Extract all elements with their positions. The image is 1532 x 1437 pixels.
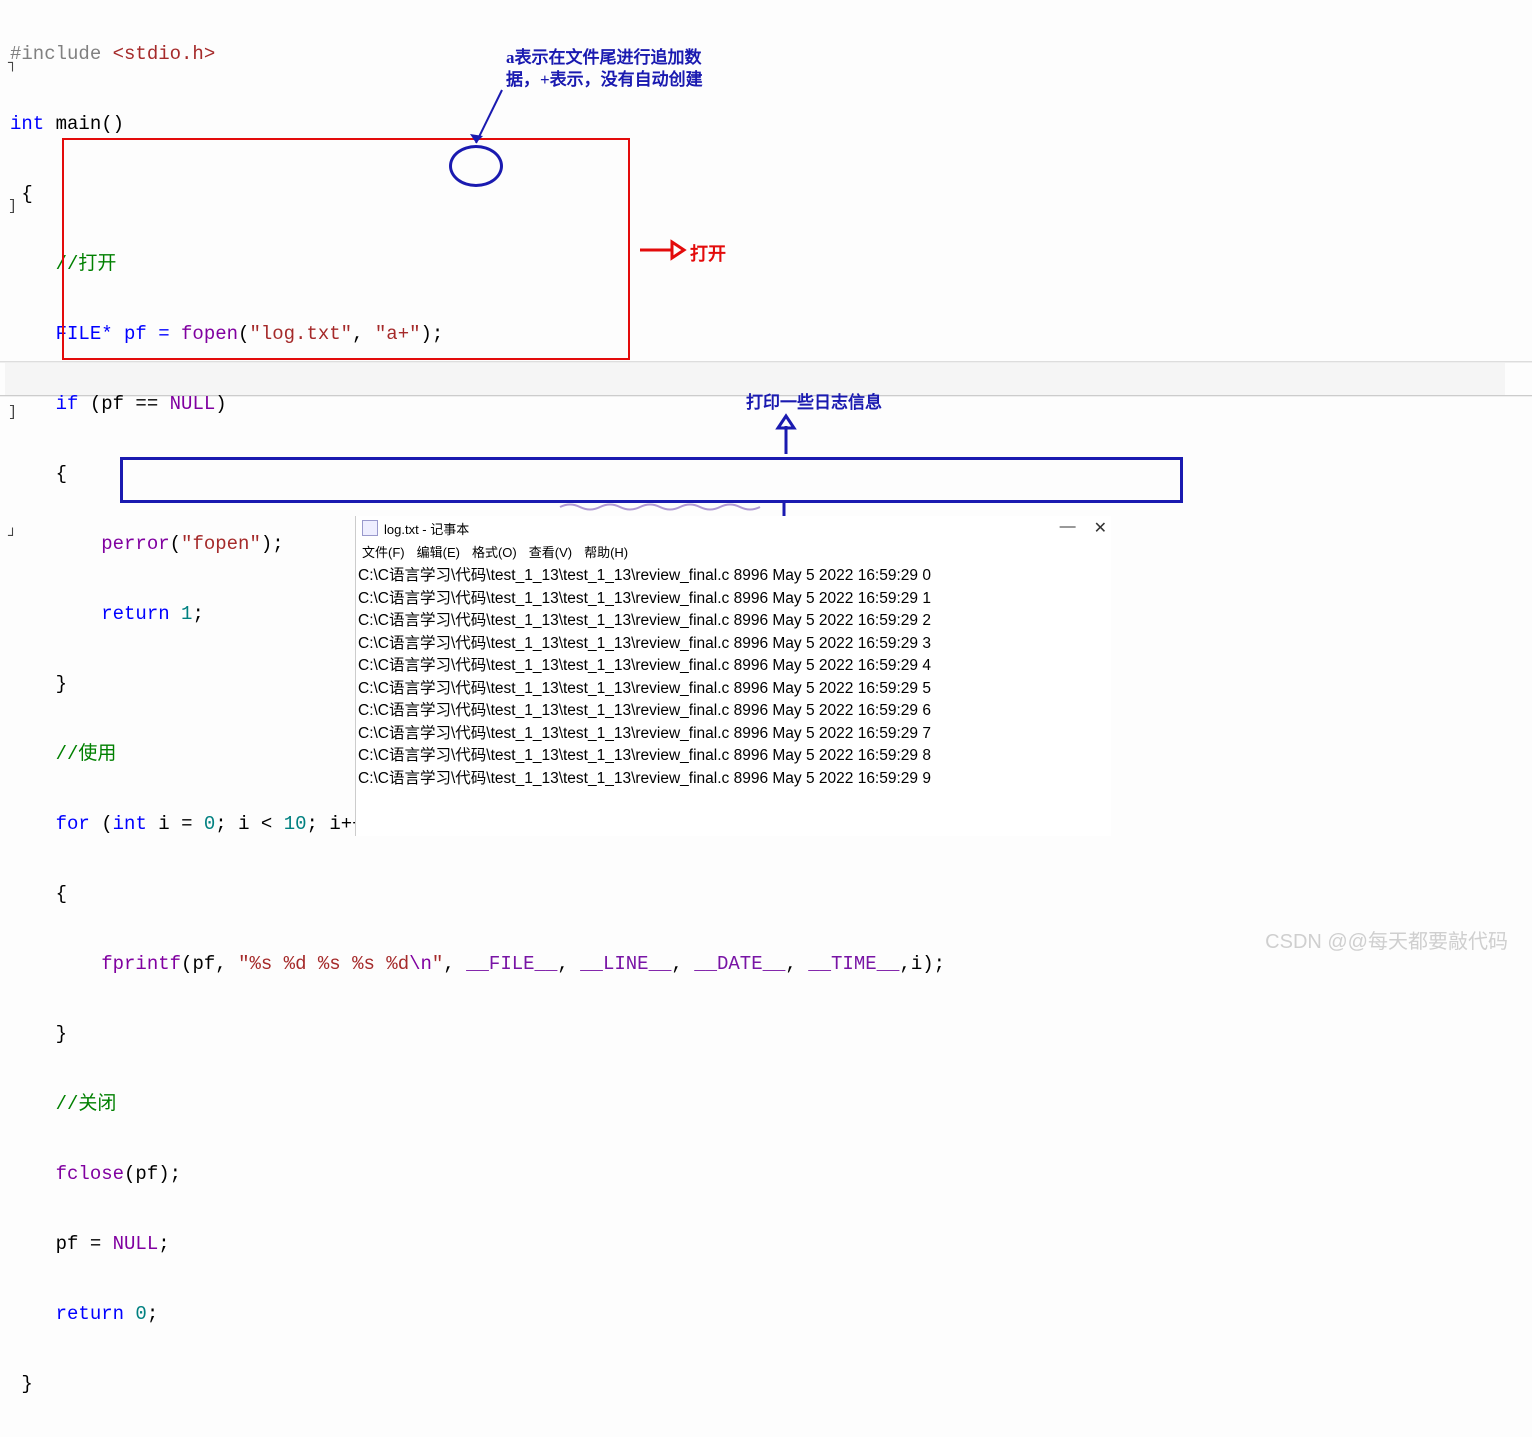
highlight-open-box [62,138,630,360]
log-line: C:\C语言学习\代码\test_1_13\test_1_13\review_f… [358,588,1109,611]
comment-use: //使用 [10,743,116,765]
notepad-title-text: log.txt - 记事本 [384,519,469,538]
notepad-file-icon [362,520,378,536]
notepad-body: C:\C语言学习\代码\test_1_13\test_1_13\review_f… [356,563,1111,792]
squiggle-icon [560,502,760,512]
fn-fclose: fclose [56,1163,124,1185]
log-line: C:\C语言学习\代码\test_1_13\test_1_13\review_f… [358,723,1109,746]
kw-if: if [10,393,78,415]
log-line: C:\C语言学习\代码\test_1_13\test_1_13\review_f… [358,700,1109,723]
kw-null: NULL [170,393,216,415]
highlight-fprintf-box [120,457,1183,503]
kw-return: return [10,603,170,625]
arrow-up-blue-icon [774,416,798,456]
indent [10,533,101,555]
kw-null: NULL [113,1233,159,1255]
arrow-down-to-circle-icon [470,88,510,148]
highlight-mode-circle [449,145,503,187]
include-path: <stdio.h> [101,43,215,65]
window-close-button[interactable]: ✕ [1094,518,1107,538]
annot-open-label: 打开 [690,240,726,266]
semicolon: ; [147,1303,158,1325]
paren: ( [90,813,113,835]
brace-open: { [10,463,67,485]
paren-close: ); [261,533,284,555]
brace-close: } [10,1023,67,1045]
log-line: C:\C语言学习\代码\test_1_13\test_1_13\review_f… [358,565,1109,588]
log-line: C:\C语言学习\代码\test_1_13\test_1_13\review_f… [358,610,1109,633]
num-0: 0 [124,1303,147,1325]
num-0: 0 [204,813,215,835]
indent [10,1163,56,1185]
str-fopen: "fopen" [181,533,261,555]
paren: ) [215,393,226,415]
kw-return: return [10,1303,124,1325]
brace-close: } [10,673,67,695]
kw-int: int [10,113,44,135]
annot-mode-note: a表示在文件尾进行追加数 据，+表示，没有自动创建 [506,47,703,91]
notepad-menubar: 文件(F) 编辑(E) 格式(O) 查看(V) 帮助(H) [356,540,1111,563]
menu-edit[interactable]: 编辑(E) [417,542,460,561]
menu-format[interactable]: 格式(O) [472,542,517,561]
window-minimize-button[interactable]: — [1060,518,1076,538]
notepad-window: log.txt - 记事本 — ✕ 文件(F) 编辑(E) 格式(O) 查看(V… [355,516,1111,836]
comment-close: //关闭 [10,1093,116,1115]
semicolon: ; [158,1233,169,1255]
log-line: C:\C语言学习\代码\test_1_13\test_1_13\review_f… [358,745,1109,768]
arrow-right-red-icon [638,238,684,262]
decl-i: i = [147,813,204,835]
kw-int: int [113,813,147,835]
log-line: C:\C语言学习\代码\test_1_13\test_1_13\review_f… [358,633,1109,656]
notepad-titlebar: log.txt - 记事本 — ✕ [356,516,1111,540]
menu-view[interactable]: 查看(V) [529,542,572,561]
assign: pf = [10,1233,113,1255]
log-line: C:\C语言学习\代码\test_1_13\test_1_13\review_f… [358,678,1109,701]
num-10: 10 [284,813,307,835]
brace-close: } [10,1373,33,1395]
paren: ( [170,533,181,555]
brace-open: { [10,183,33,205]
cond: ; i < [215,813,283,835]
annot-line1: a表示在文件尾进行追加数 [506,48,702,67]
annot-line2: 据，+表示，没有自动创建 [506,70,703,89]
preproc: #include [10,43,101,65]
cond: (pf == [78,393,169,415]
annot-log-note: 打印一些日志信息 [746,392,882,414]
watermark: CSDN @@每天都要敲代码 [1265,925,1508,954]
num-1: 1 [170,603,193,625]
log-line: C:\C语言学习\代码\test_1_13\test_1_13\review_f… [358,655,1109,678]
semicolon: ; [192,603,203,625]
args: (pf); [124,1163,181,1185]
menu-file[interactable]: 文件(F) [362,542,405,561]
log-line: C:\C语言学习\代码\test_1_13\test_1_13\review_f… [358,768,1109,791]
brace-open: { [10,883,67,905]
kw-for: for [10,813,90,835]
fn-perror: perror [101,533,169,555]
func-main: main() [44,113,124,135]
menu-help[interactable]: 帮助(H) [584,542,628,561]
